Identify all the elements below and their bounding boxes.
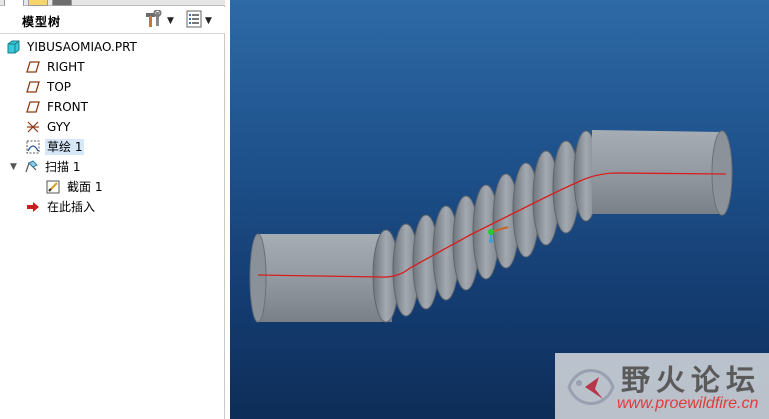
model-tree-panel: 模型树 ▼ ▼ YIBUSAOMIAO.PRT RIGHT TOP FRONT …	[0, 0, 225, 419]
left-pipe	[249, 233, 392, 323]
tree-item-sketch[interactable]: 草绘 1	[26, 137, 85, 156]
tree-item-label: RIGHT	[47, 59, 85, 74]
bellows-corrugation	[372, 130, 599, 323]
chevron-down-icon: ▼	[167, 15, 174, 26]
tree-tools-button[interactable]: ▼	[144, 9, 174, 31]
chevron-down-icon[interactable]: ▼	[10, 162, 20, 172]
insert-here-arrow-icon	[26, 200, 40, 214]
graphics-viewport[interactable]: 野火论坛 www.proewildfire.cn	[230, 0, 769, 419]
tree-item-gyy[interactable]: GYY	[26, 117, 72, 136]
navigator-tabs	[0, 0, 225, 6]
sketch-icon	[26, 140, 40, 154]
tree-item-label: 截面 1	[67, 179, 103, 194]
watermark-title: 野火论坛	[621, 363, 762, 397]
tree-item-part[interactable]: YIBUSAOMIAO.PRT	[6, 37, 139, 56]
tree-item-sweep[interactable]: ▼ 扫描 1	[10, 157, 82, 176]
datum-plane-icon	[26, 100, 40, 114]
tree-settings-button[interactable]: ▼	[186, 10, 212, 31]
tree-item-label: 扫描 1	[45, 159, 81, 174]
forum-watermark: 野火论坛 www.proewildfire.cn	[555, 353, 769, 419]
datum-plane-icon	[26, 60, 40, 74]
tree-item-label: TOP	[47, 79, 72, 94]
tree-item-right[interactable]: RIGHT	[26, 57, 87, 76]
tree-item-label: FRONT	[47, 99, 88, 114]
tab-favorites[interactable]	[52, 0, 72, 6]
model-tree-header: 模型树 ▼ ▼	[0, 7, 225, 34]
hammer-wrench-icon	[144, 9, 164, 31]
list-settings-icon	[186, 10, 202, 31]
model-tree-title: 模型树	[22, 15, 62, 29]
tab-model-tree[interactable]	[4, 0, 24, 6]
datum-plane-icon	[26, 80, 40, 94]
coordinate-system-icon	[26, 120, 40, 134]
watermark-url: www.proewildfire.cn	[617, 395, 759, 412]
tree-item-label: YIBUSAOMIAO.PRT	[27, 39, 137, 54]
part-icon	[6, 40, 20, 54]
tree-item-label: 草绘 1	[45, 138, 85, 155]
chevron-down-icon: ▼	[205, 15, 212, 26]
tree-item-label: GYY	[47, 119, 71, 134]
sweep-icon	[24, 159, 38, 174]
section-icon	[46, 180, 60, 194]
tree-item-section[interactable]: 截面 1	[46, 177, 104, 196]
tree-item-insert-here[interactable]: 在此插入	[26, 197, 97, 216]
tree-item-front[interactable]: FRONT	[26, 97, 90, 116]
tree-item-label: 在此插入	[47, 199, 96, 214]
tab-folder-browser[interactable]	[28, 0, 48, 6]
tree-item-top[interactable]: TOP	[26, 77, 73, 96]
